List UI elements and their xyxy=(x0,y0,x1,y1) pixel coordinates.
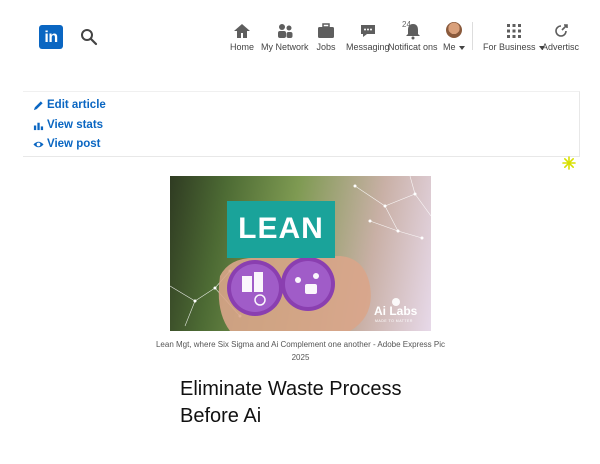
edit-article-label: Edit article xyxy=(47,99,106,111)
nav-for-business[interactable]: For Business xyxy=(483,22,545,52)
top-nav: in Home My Network Jobs Messaging 24 Not… xyxy=(0,0,600,70)
grid-icon xyxy=(506,24,521,38)
view-stats-label: View stats xyxy=(47,119,104,131)
home-icon xyxy=(234,24,250,38)
nav-advertise[interactable]: Advertisc xyxy=(542,22,579,52)
view-stats-link[interactable]: View stats xyxy=(33,119,103,131)
article-actions-panel: Edit article View stats View post xyxy=(23,91,580,157)
nav-label-messaging: Messaging xyxy=(346,42,390,52)
nav-label-me: Me xyxy=(443,42,456,52)
view-post-link[interactable]: View post xyxy=(33,138,100,150)
linkedin-logo[interactable]: in xyxy=(39,25,63,49)
nav-label-home: Home xyxy=(230,42,255,52)
nav-home[interactable]: Home xyxy=(230,22,254,52)
people-icon xyxy=(277,24,293,38)
edit-article-link[interactable]: Edit article xyxy=(33,99,106,111)
nav-my-network[interactable]: My Network xyxy=(261,22,309,52)
nav-jobs[interactable]: Jobs xyxy=(316,22,336,52)
stats-icon xyxy=(33,122,44,130)
pencil-icon xyxy=(33,100,43,110)
nav-me[interactable]: Me xyxy=(443,22,465,52)
lean-banner-text: LEAN xyxy=(238,212,324,245)
article-title: Eliminate Waste Process Before Ai xyxy=(180,378,402,427)
view-post-label: View post xyxy=(47,138,101,150)
article-hero-image: LEAN Ai Labs MADE TO MATTER xyxy=(170,176,431,331)
nav-notifications[interactable]: 24 Notificat ons xyxy=(388,20,438,52)
chat-icon xyxy=(360,25,375,37)
ai-labs-logo-text: Ai Labs xyxy=(374,304,418,318)
nav-label-for-business: For Business xyxy=(483,42,536,52)
chevron-down-icon xyxy=(458,45,465,50)
briefcase-icon xyxy=(318,23,334,38)
nav-label-notifications: Notificat ons xyxy=(388,42,438,52)
ai-labs-tagline: MADE TO MATTER xyxy=(375,319,413,323)
nav-label-my-network: My Network xyxy=(261,42,309,52)
nav-label-jobs: Jobs xyxy=(316,42,336,52)
eye-icon xyxy=(33,141,44,147)
image-caption: Lean Mgt, where Six Sigma and Ai Complem… xyxy=(155,340,446,362)
nav-divider xyxy=(472,22,473,50)
search-icon[interactable] xyxy=(80,28,98,46)
nav-label-advertise: Advertisc xyxy=(542,42,580,52)
advertise-icon xyxy=(554,24,568,37)
avatar xyxy=(445,22,462,38)
nav-messaging[interactable]: Messaging xyxy=(346,22,390,52)
sparkle-icon xyxy=(562,156,576,170)
notification-count-badge: 24 xyxy=(402,20,411,29)
